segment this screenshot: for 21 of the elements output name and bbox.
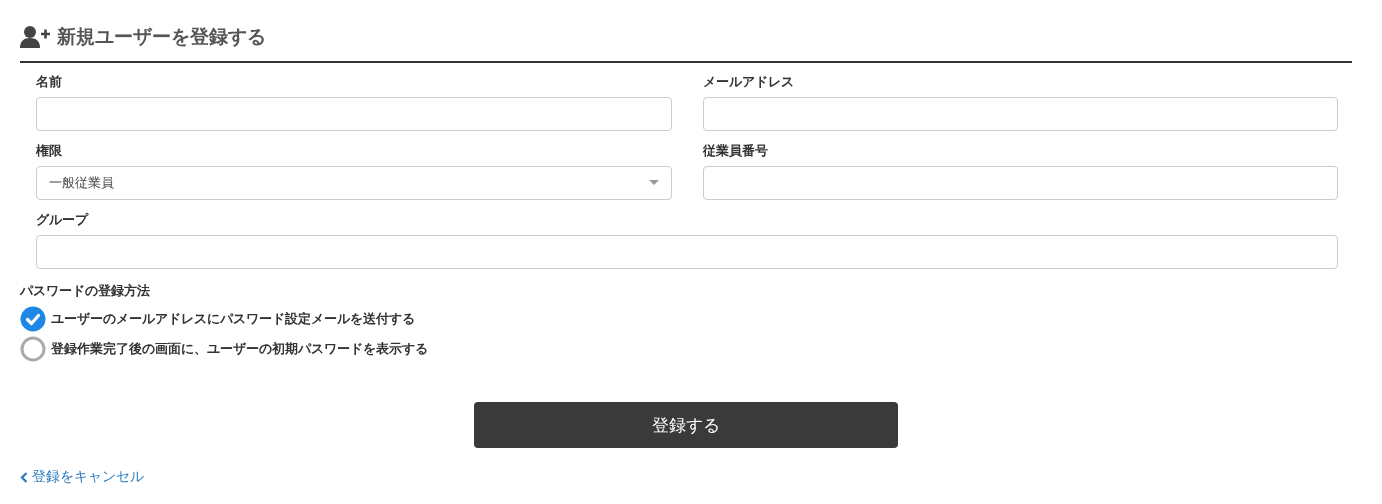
field-label: 名前 xyxy=(36,73,62,91)
input-field[interactable] xyxy=(36,235,1338,269)
cancel-link[interactable]: 登録をキャンセル xyxy=(20,468,144,486)
field-label: メールアドレス xyxy=(702,73,794,91)
page-title: 新規ユーザーを登録する xyxy=(57,24,266,49)
add-user-icon xyxy=(20,25,51,49)
input-field[interactable] xyxy=(702,97,1338,131)
field-label: 権限 xyxy=(36,142,62,160)
chevron-left-icon xyxy=(20,471,28,483)
field-label: グループ xyxy=(36,211,88,229)
field-label: 従業員番号 xyxy=(702,142,768,160)
select-field[interactable]: 一般従業員 xyxy=(36,166,672,200)
section-label: パスワードの登録方法 xyxy=(20,282,151,300)
radio-label: 登録作業完了後の画面に、ユーザーの初期パスワードを表示する xyxy=(51,340,428,358)
input-field[interactable] xyxy=(36,97,672,131)
input-field[interactable] xyxy=(702,166,1338,200)
register-button[interactable]: 登録する xyxy=(474,402,898,448)
radio-checked-icon[interactable] xyxy=(20,306,46,332)
radio-label: ユーザーのメールアドレスにパスワード設定メールを送付する xyxy=(51,310,415,328)
caret-icon xyxy=(648,180,659,186)
radio-icon[interactable] xyxy=(20,336,46,362)
